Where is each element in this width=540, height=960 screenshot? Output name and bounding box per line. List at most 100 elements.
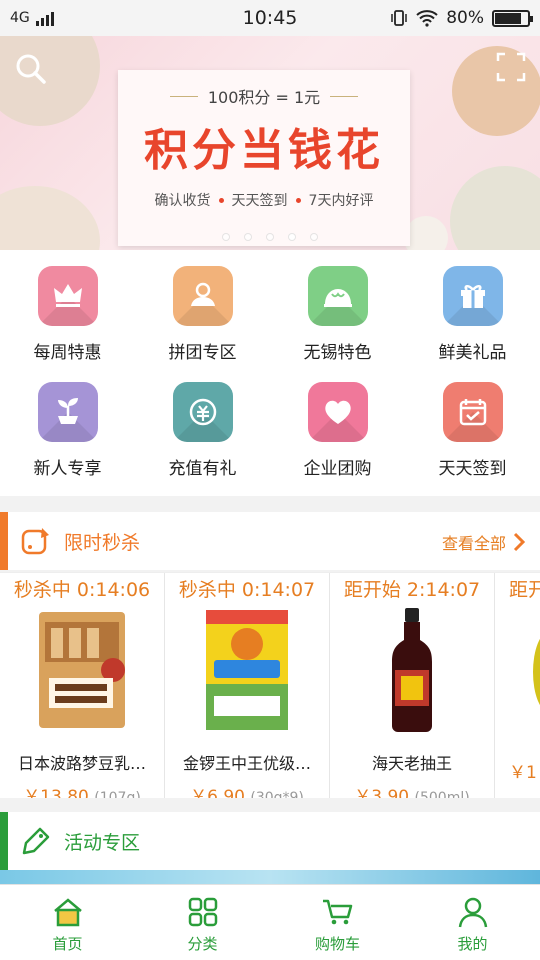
tab-label: 我的 [457, 935, 488, 953]
category-label: 每周特惠 [33, 343, 102, 363]
tab-home[interactable]: 首页 [0, 885, 135, 960]
product-price: ￥3.90 (500ml) [330, 782, 494, 798]
category-item[interactable]: 企业团购 [270, 372, 405, 488]
separator-dot [295, 197, 301, 203]
clock: 10:45 [242, 7, 298, 29]
tab-label: 分类 [187, 935, 218, 953]
gift-icon [442, 266, 503, 326]
view-all-link[interactable]: 查看全部 [442, 530, 526, 554]
calendar-check-icon [442, 382, 503, 442]
tab-profile[interactable]: 我的 [405, 885, 540, 960]
category-label: 鲜美礼品 [438, 343, 507, 363]
category-label: 拼团专区 [168, 343, 237, 363]
carousel-dot[interactable] [310, 233, 318, 241]
product-timer: 秒杀中 0:14:06 [13, 579, 151, 601]
activity-banner[interactable] [0, 870, 540, 884]
category-item[interactable]: 拼团专区 [135, 256, 270, 372]
category-label: 无锡特色 [303, 343, 372, 363]
product-price: ￥1 [509, 763, 537, 783]
view-all-label: 查看全部 [441, 534, 506, 553]
status-bar: 4G 10:45 80% [0, 0, 540, 36]
carousel-dot[interactable] [222, 233, 230, 241]
promo-banner[interactable]: 100积分 = 1元 积分当钱花 确认收货 天天签到 7天内好评 [0, 36, 540, 250]
coin-icon [172, 382, 233, 442]
flash-sale-icon [21, 528, 49, 555]
banner-rate-text: 100积分 = 1元 [118, 84, 410, 108]
product-timer: 距开始 2:14:07 [343, 579, 481, 601]
separator-dot [218, 197, 224, 203]
section-accent-bar [0, 512, 8, 570]
product-name: 日本波路梦豆乳… [17, 754, 146, 773]
category-label: 充值有礼 [168, 459, 237, 479]
product-image-soy-sauce [392, 608, 432, 732]
price-value: ￥3.90 [354, 787, 410, 798]
product-card[interactable]: 秒杀中 0:14:07 金锣王中王优级… ￥6.90 (30g*9) [165, 573, 330, 798]
product-card[interactable]: 距开始 2:14:07 海天老抽王 ￥3.90 (500ml) [330, 573, 495, 798]
tab-category[interactable]: 分类 [135, 885, 270, 960]
carousel-dot[interactable] [244, 233, 252, 241]
carousel-dot[interactable] [288, 233, 296, 241]
flash-sale-products[interactable]: 秒杀中 0:14:06 日本波路梦豆乳… ￥13.80 (107g) 秒杀中 0… [0, 572, 540, 798]
category-item[interactable]: 鲜美礼品 [405, 256, 540, 372]
product-timer: 距开 [509, 579, 540, 601]
chevron-right-icon [513, 532, 526, 552]
activity-tag-icon [22, 827, 50, 855]
flash-sale-header: 限时秒杀 查看全部 [0, 512, 540, 570]
tab-cart[interactable]: 购物车 [270, 885, 405, 960]
scan-icon[interactable] [496, 52, 526, 82]
vibrate-icon [391, 10, 407, 26]
product-price: ￥6.90 (30g*9) [165, 782, 329, 798]
network-type: 4G [10, 10, 30, 26]
signal-icon [35, 10, 54, 26]
activity-title: 活动专区 [64, 831, 141, 854]
product-price: ￥13.80 (107g) [0, 782, 164, 798]
category-label: 企业团购 [303, 459, 372, 479]
banner-card: 100积分 = 1元 积分当钱花 确认收货 天天签到 7天内好评 [118, 70, 410, 246]
product-card[interactable]: 秒杀中 0:14:06 日本波路梦豆乳… ￥13.80 (107g) [0, 573, 165, 798]
crown-icon [37, 266, 98, 326]
product-card[interactable]: 距开 ￥1 [495, 573, 540, 798]
banner-sub-item: 确认收货 [154, 193, 211, 209]
banner-sub-item: 7天内好评 [308, 193, 374, 209]
bun-icon [307, 266, 368, 326]
category-item[interactable]: 天天签到 [405, 372, 540, 488]
banner-title: 积分当钱花 [144, 125, 384, 176]
product-timer: 秒杀中 0:14:07 [178, 579, 316, 601]
product-name: 金锣王中王优级… [182, 754, 311, 773]
product-name: 海天老抽王 [371, 754, 452, 773]
price-unit: (500ml) [414, 790, 470, 798]
user-icon [458, 897, 487, 928]
group-icon [172, 266, 233, 326]
battery-percent: 80% [446, 8, 484, 28]
banner-subtitle: 确认收货 天天签到 7天内好评 [118, 190, 410, 210]
category-label: 新人专享 [33, 459, 102, 479]
product-image-sausage [206, 610, 288, 730]
price-value: ￥6.90 [190, 787, 245, 798]
banner-sub-item: 天天签到 [231, 193, 288, 209]
category-label: 天天签到 [438, 459, 507, 479]
heart-icon [307, 382, 368, 442]
carousel-indicator[interactable] [0, 233, 540, 241]
tab-label: 购物车 [314, 935, 360, 953]
flash-sale-title: 限时秒杀 [64, 531, 141, 554]
price-unit: (107g) [94, 790, 141, 798]
carousel-dot[interactable] [266, 233, 274, 241]
activity-header: 活动专区 [0, 812, 540, 870]
search-icon[interactable] [14, 52, 48, 86]
category-item[interactable]: 新人专享 [0, 372, 135, 488]
home-icon [53, 898, 82, 927]
category-item[interactable]: 充值有礼 [135, 372, 270, 488]
sprout-icon [37, 382, 98, 442]
product-image-soy-wafer [39, 612, 125, 728]
price-value: ￥13.80 [23, 787, 89, 798]
category-item[interactable]: 无锡特色 [270, 256, 405, 372]
category-grid: 每周特惠 拼团专区 无锡特色 鲜美礼品新人专享 充值有礼 企业团购 天天签到 [0, 250, 540, 496]
price-unit: (30g*9) [250, 790, 304, 798]
cart-icon [322, 899, 352, 925]
section-accent-bar [0, 812, 8, 870]
grid-icon [188, 897, 217, 927]
category-item[interactable]: 每周特惠 [0, 256, 135, 372]
tab-label: 首页 [52, 935, 83, 953]
battery-icon [492, 9, 533, 27]
bottom-tab-bar: 首页 分类 购物车 我的 [0, 884, 540, 960]
